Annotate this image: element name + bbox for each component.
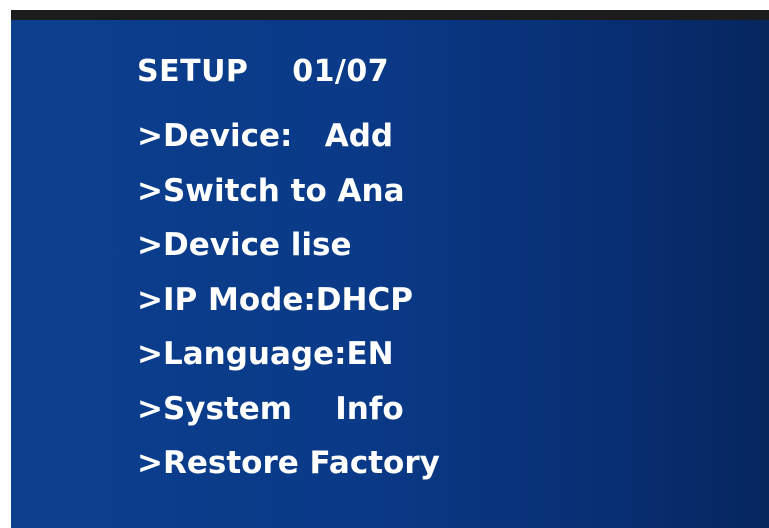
menu-item-restore-factory[interactable]: >Restore Factory (137, 441, 440, 496)
menu-item-device-list[interactable]: >Device lise (137, 223, 440, 278)
menu-title: SETUP 01/07 (137, 54, 390, 89)
screen-top-bezel (11, 10, 769, 20)
setup-menu-screen: SETUP 01/07 >Device: Add >Switch to Ana … (11, 20, 769, 528)
menu-item-language[interactable]: >Language:EN (137, 332, 440, 387)
menu-item-system-info[interactable]: >System Info (137, 387, 440, 442)
osd-frame: SETUP 01/07 >Device: Add >Switch to Ana … (0, 0, 769, 528)
menu-item-device-add[interactable]: >Device: Add (137, 114, 440, 169)
menu-item-switch-to-ana[interactable]: >Switch to Ana (137, 169, 440, 224)
menu-item-ip-mode[interactable]: >IP Mode:DHCP (137, 278, 440, 333)
setup-menu-list: >Device: Add >Switch to Ana >Device lise… (137, 114, 440, 496)
